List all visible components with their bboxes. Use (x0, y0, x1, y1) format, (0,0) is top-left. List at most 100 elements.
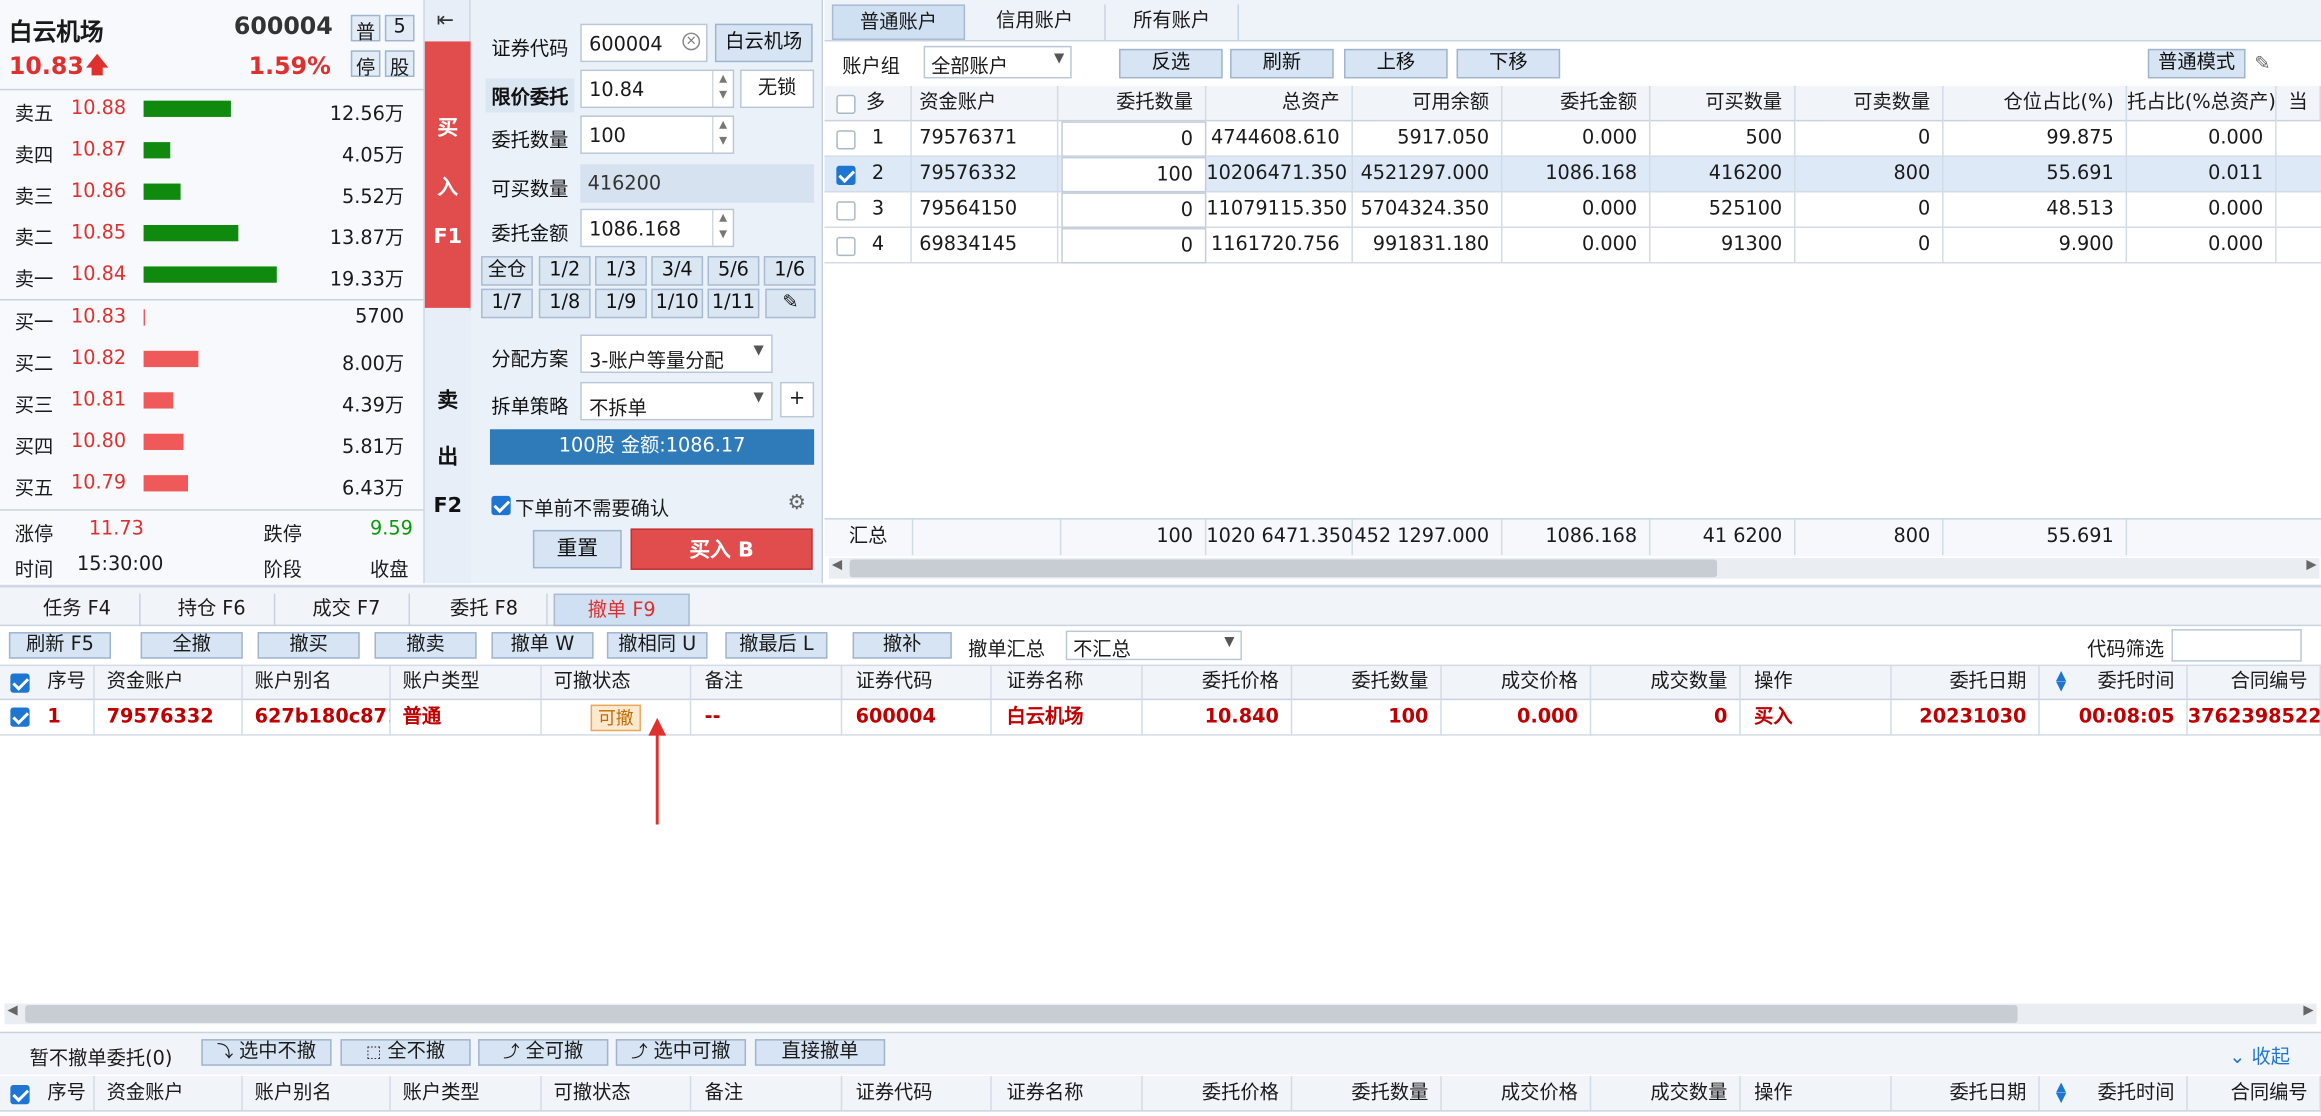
column-header[interactable]: 账户类型 (391, 1076, 542, 1112)
column-header[interactable]: 托占比(%总资产) (2127, 85, 2277, 122)
cancel-action-button[interactable]: 撤补 (852, 632, 952, 659)
hold-action-button[interactable]: ⤴ 全可撤 (478, 1039, 609, 1066)
select-all-checkbox[interactable] (836, 94, 856, 114)
hold-action-button[interactable]: ⤴ 选中可撤 (615, 1039, 747, 1066)
column-header[interactable]: 多 (860, 85, 912, 122)
tab-0[interactable]: 任务 F4 (15, 593, 141, 627)
column-header[interactable]: 委托数量 (1061, 85, 1207, 122)
no-confirm-checkbox[interactable] (491, 495, 511, 516)
column-header[interactable]: 账户类型 (391, 664, 542, 701)
mode-button[interactable]: 普通模式 (2147, 48, 2246, 79)
column-header[interactable]: 可撤状态 (542, 664, 692, 701)
account-action-button[interactable]: 上移 (1344, 48, 1448, 79)
edit-icon[interactable]: ✎ (2254, 53, 2270, 75)
column-header[interactable]: 总资产 (1206, 85, 1353, 122)
cell-qty[interactable]: 0 (1061, 227, 1207, 264)
column-header[interactable]: 委托金额 (1502, 85, 1651, 122)
column-header[interactable]: 委托数量 (1292, 664, 1442, 701)
book-row-asks-0[interactable]: 卖五 10.88 12.56万 (0, 89, 425, 130)
book-row-asks-1[interactable]: 卖四 10.87 4.05万 (0, 130, 425, 171)
cancel-select-all-checkbox[interactable] (10, 673, 30, 693)
row-checkbox[interactable] (10, 707, 30, 727)
cancel-summary-select[interactable]: 不汇总 ▼ (1065, 630, 1242, 662)
cancel-action-button[interactable]: 刷新 F5 (8, 632, 112, 659)
column-header[interactable]: 操作 (1742, 1076, 1892, 1112)
account-action-button[interactable]: 刷新 (1230, 48, 1334, 79)
price-type-label[interactable]: 限价委托 (485, 78, 575, 113)
fraction-button[interactable]: 3/4 (651, 256, 704, 286)
cancel-action-button[interactable]: 撤卖 (374, 632, 477, 659)
column-header[interactable]: 资金账户 (95, 1076, 243, 1112)
column-header[interactable]: 账户别名 (243, 664, 391, 701)
tab-normal-account[interactable]: 普通账户 (831, 4, 966, 40)
hold-action-button[interactable]: ⬚ 全不撤 (340, 1039, 471, 1066)
book-row-bids-2[interactable]: 买三 10.81 4.39万 (0, 380, 425, 421)
collapse-icon[interactable]: ⇤ (437, 9, 454, 33)
column-header[interactable]: 委托日期 (1892, 1076, 2040, 1112)
row-checkbox[interactable] (836, 130, 856, 150)
code-filter-input[interactable] (2171, 629, 2302, 662)
column-header[interactable]: 可买数量 (1652, 85, 1796, 122)
add-strategy-button[interactable]: + (780, 381, 815, 418)
qty-input[interactable]: 100 ▲ ▼ (580, 115, 735, 154)
column-header[interactable]: 合同编号 (2188, 1076, 2321, 1112)
fraction-button[interactable]: 1/9 (595, 288, 647, 319)
column-header[interactable]: 委托日期 (1892, 664, 2040, 701)
cell-qty[interactable]: 0 (1061, 121, 1207, 157)
row-checkbox[interactable] (836, 236, 856, 257)
lock-button[interactable]: 无锁 (740, 69, 815, 109)
hold-select-all-checkbox[interactable] (10, 1085, 30, 1105)
stock-name-button[interactable]: 白云机场 (714, 23, 813, 63)
book-row-asks-4[interactable]: 卖一 10.84 19.33万 (0, 255, 425, 296)
tab-3[interactable]: 委托 F8 (422, 593, 548, 627)
book-row-bids-0[interactable]: 买一 10.83 5700 (0, 298, 425, 339)
fraction-button[interactable]: 1/8 (538, 288, 591, 319)
horizontal-scrollbar[interactable]: ◀ ▶ (4, 1003, 2317, 1025)
gear-icon[interactable]: ⚙ (787, 491, 806, 515)
column-header[interactable]: 证券名称 (995, 1076, 1143, 1112)
column-header[interactable]: 委托价格 (1143, 1076, 1293, 1112)
column-header[interactable]: 仓位占比(%) (1942, 85, 2128, 122)
column-header[interactable]: 合同编号 (2188, 664, 2321, 701)
scroll-thumb[interactable] (849, 559, 1718, 578)
row-checkbox[interactable] (836, 201, 856, 221)
column-header[interactable]: 可用余额 (1354, 85, 1503, 122)
column-header[interactable]: 证券代码 (844, 1076, 992, 1112)
book-row-bids-3[interactable]: 买四 10.80 5.81万 (0, 422, 425, 463)
column-header[interactable]: 账户别名 (243, 1076, 391, 1112)
hold-action-button[interactable]: 直接撤单 (754, 1039, 886, 1066)
split-select[interactable]: 不拆单 ▼ (580, 381, 773, 421)
tab-4[interactable]: 撤单 F9 (553, 593, 690, 627)
fraction-button[interactable]: 1/3 (595, 256, 647, 286)
sort-icon[interactable]: ▲ ▼ (2056, 670, 2066, 694)
column-header[interactable]: 成交价格 (1442, 664, 1592, 701)
column-header[interactable]: 委托价格 (1143, 664, 1293, 701)
tag-ordinary[interactable]: 普 (350, 14, 381, 44)
row-checkbox[interactable] (836, 165, 856, 186)
fraction-button[interactable]: 1/11 (707, 288, 760, 319)
reset-button[interactable]: 重置 (532, 529, 622, 569)
price-stepper[interactable]: ▲ ▼ (711, 71, 733, 107)
cell-qty[interactable]: 0 (1061, 192, 1207, 228)
column-header[interactable]: 成交数量 (1591, 664, 1741, 701)
fraction-button[interactable]: 1/10 (651, 288, 704, 319)
tag-halt[interactable]: 停 (350, 50, 381, 80)
qty-stepper[interactable]: ▲ ▼ (711, 116, 733, 153)
cancel-action-button[interactable]: 撤单 W (491, 632, 594, 659)
tag-stock[interactable]: 股 (384, 50, 415, 80)
column-header[interactable]: 证券名称 (995, 664, 1143, 701)
book-row-bids-4[interactable]: 买五 10.79 6.43万 (0, 463, 425, 504)
buy-tab[interactable]: 买 入 F1 (424, 41, 471, 308)
edit-icon[interactable]: ✎ (765, 288, 816, 319)
amount-stepper[interactable]: ▲ ▼ (711, 210, 733, 246)
account-group-select[interactable]: 全部账户 ▼ (923, 45, 1072, 79)
column-header[interactable]: 操作 (1742, 664, 1892, 701)
column-header[interactable]: 成交价格 (1442, 1076, 1592, 1112)
column-header[interactable]: 备注 (693, 664, 843, 701)
fraction-button[interactable]: 全仓 (481, 256, 533, 286)
fraction-button[interactable]: 1/6 (763, 256, 816, 286)
cancel-action-button[interactable]: 撤最后 L (725, 632, 828, 659)
column-header[interactable]: 备注 (693, 1076, 843, 1112)
fraction-button[interactable]: 1/2 (538, 256, 591, 286)
tab-1[interactable]: 持仓 F6 (150, 593, 276, 627)
